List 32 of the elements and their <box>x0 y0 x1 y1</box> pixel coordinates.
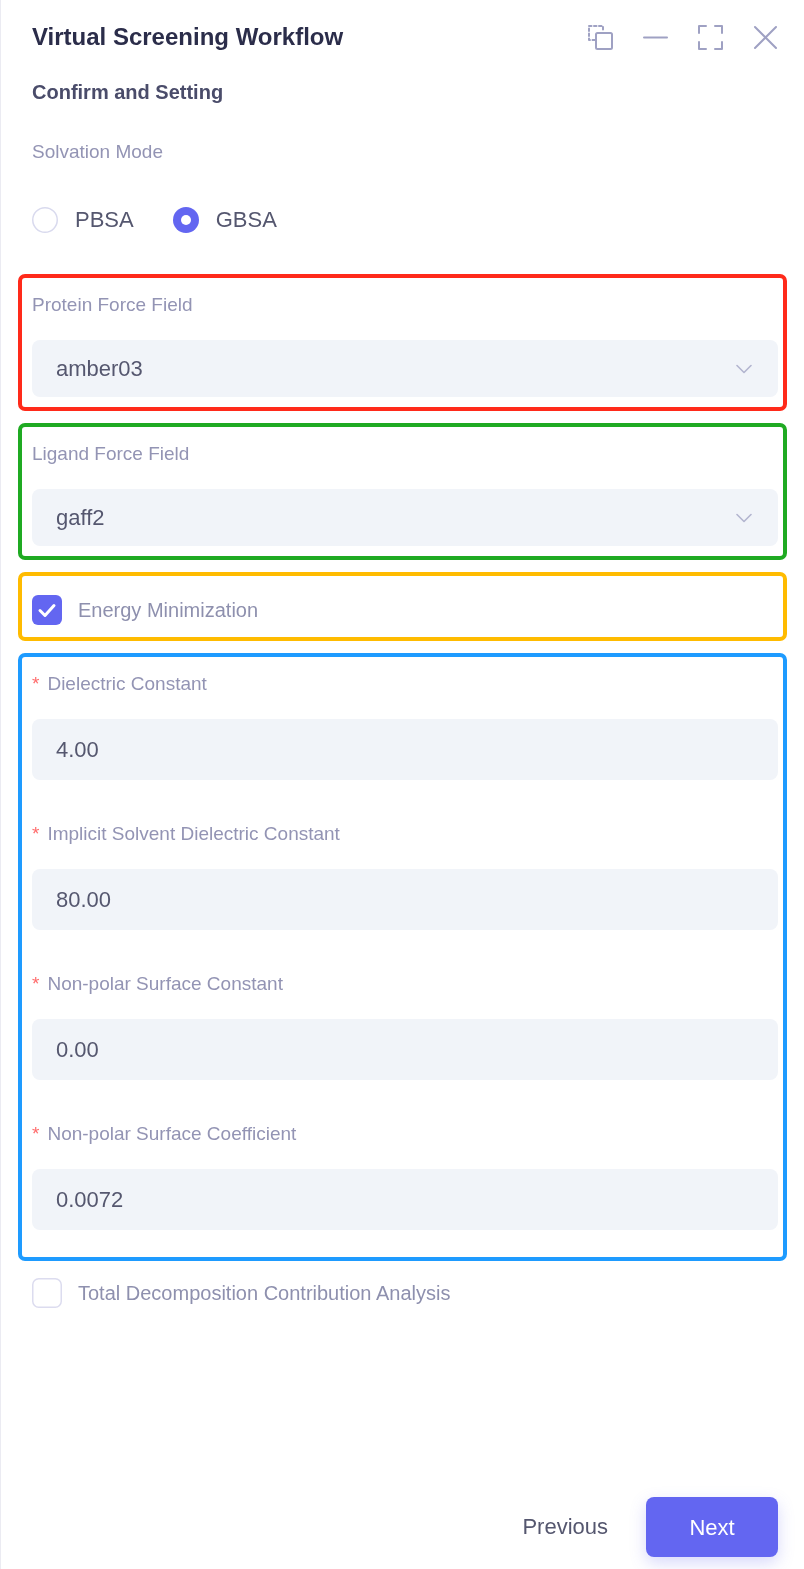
select-field[interactable]: gaff2 <box>32 489 778 546</box>
step-heading: Confirm and Setting <box>32 80 224 105</box>
next-button[interactable]: Next <box>646 1497 778 1557</box>
chevron-down-icon <box>736 512 752 523</box>
chevron-down-icon <box>736 363 752 374</box>
close-icon[interactable] <box>753 24 778 50</box>
radio-button[interactable] <box>172 207 199 233</box>
required-mark: * <box>32 972 40 996</box>
checkbox[interactable] <box>32 595 62 625</box>
radio-button[interactable] <box>32 207 58 233</box>
field-label: Dielectric Constant <box>47 672 207 696</box>
select-field[interactable]: amber03 <box>32 340 778 397</box>
input-field[interactable]: 0.0072 <box>32 1169 778 1230</box>
input-field[interactable]: 0.00 <box>32 1019 778 1080</box>
field-label: Protein Force Field <box>32 293 193 317</box>
field-label: Non-polar Surface Coefficient <box>47 1122 297 1146</box>
required-mark: * <box>32 822 40 846</box>
field-label: Implicit Solvent Dielectric Constant <box>47 822 340 846</box>
previous-button[interactable]: Previous <box>522 1512 608 1542</box>
input-field[interactable]: 4.00 <box>32 719 778 780</box>
window-title: Virtual Screening Workflow <box>32 22 344 52</box>
overlapping-squares-icon[interactable] <box>588 24 613 50</box>
required-mark: * <box>32 1122 40 1146</box>
radio-label[interactable]: PBSA <box>75 205 134 235</box>
required-mark: * <box>32 672 40 696</box>
fullscreen-icon[interactable] <box>698 24 723 50</box>
field-label: Ligand Force Field <box>32 442 190 466</box>
checkbox[interactable] <box>32 1278 62 1308</box>
field-label: Non-polar Surface Constant <box>47 972 283 996</box>
field-label: Solvation Mode <box>32 140 163 164</box>
input-field[interactable]: 80.00 <box>32 869 778 930</box>
radio-label[interactable]: GBSA <box>215 205 277 235</box>
